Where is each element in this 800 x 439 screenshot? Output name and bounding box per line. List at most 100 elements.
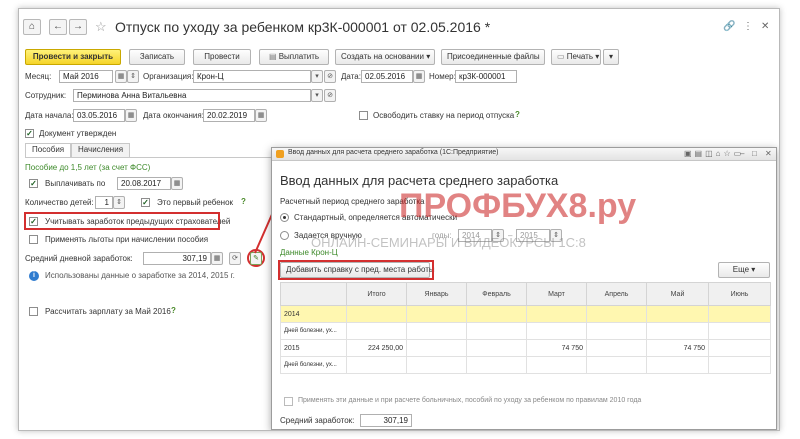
column-header[interactable]: Июнь (708, 282, 771, 306)
table-row[interactable]: 2015 224 250,00 74 750 74 750 (280, 339, 771, 357)
table-cell[interactable] (466, 305, 527, 323)
employee-dropdown-icon[interactable]: ▾ (311, 89, 323, 102)
start-date-field[interactable]: 03.05.2016 (73, 109, 125, 122)
table-cell[interactable]: 224 250,00 (346, 339, 407, 357)
month-selector-icon[interactable]: ▦ (115, 70, 127, 83)
column-header[interactable]: Май (646, 282, 709, 306)
column-header[interactable]: Итого (346, 282, 407, 306)
column-header[interactable]: Апрель (586, 282, 647, 306)
calendar-icon[interactable]: ▦ (255, 109, 267, 122)
table-cell[interactable] (466, 356, 527, 374)
table-cell[interactable] (346, 356, 407, 374)
tab-benefits[interactable]: Пособия (25, 143, 72, 157)
star-icon[interactable]: ☆ (95, 19, 107, 35)
table-cell[interactable]: Дней болезни, ух... (280, 356, 347, 374)
table-cell[interactable] (406, 305, 467, 323)
table-cell[interactable] (708, 322, 771, 340)
column-header[interactable]: Февраль (466, 282, 527, 306)
table-cell[interactable] (708, 356, 771, 374)
organization-dropdown-icon[interactable]: ▾ (311, 70, 323, 83)
print-button[interactable]: ▭ Печать ▾ (551, 49, 601, 65)
table-cell[interactable]: 2014 (280, 305, 347, 323)
year-from-field[interactable]: 2014 (458, 229, 492, 242)
number-field[interactable]: кр3К-000001 (455, 70, 517, 83)
date-field[interactable]: 02.05.2016 (361, 70, 413, 83)
post-and-close-button[interactable]: Провести и закрыть (25, 49, 121, 65)
tab-accruals[interactable]: Начисления (71, 143, 131, 157)
table-cell[interactable] (586, 339, 647, 357)
more-icon[interactable]: ⋮ (743, 21, 753, 32)
table-cell[interactable] (646, 322, 709, 340)
table-cell[interactable] (466, 322, 527, 340)
table-cell[interactable] (586, 305, 647, 323)
table-row[interactable]: Дней болезни, ух... (280, 322, 771, 340)
more-button[interactable]: Еще ▾ (718, 262, 770, 278)
recalc-checkbox[interactable] (29, 307, 38, 316)
pay-until-field[interactable]: 20.08.2017 (117, 177, 171, 190)
employee-open-icon[interactable]: ⊘ (324, 89, 336, 102)
maximize-icon[interactable]: □ (752, 149, 757, 158)
year-to-field[interactable]: 2015 (516, 229, 550, 242)
table-cell[interactable] (346, 322, 407, 340)
create-based-button[interactable]: Создать на основании ▾ (335, 49, 435, 65)
manual-period-radio[interactable] (280, 231, 289, 240)
table-cell[interactable] (708, 339, 771, 357)
table-cell[interactable] (526, 322, 587, 340)
apply-benefits-checkbox[interactable] (29, 235, 38, 244)
avg-daily-field[interactable]: 307,19 (143, 252, 211, 265)
close-icon[interactable]: ✕ (761, 21, 769, 32)
month-stepper[interactable]: ⇕ (127, 70, 139, 83)
column-header[interactable]: Март (526, 282, 587, 306)
free-rate-checkbox[interactable] (359, 111, 368, 120)
link-icon[interactable]: 🔗 (723, 21, 735, 32)
table-cell[interactable]: Дней болезни, ух... (280, 322, 347, 340)
apply-2010-checkbox[interactable] (284, 397, 293, 406)
window-controls[interactable]: ▣▤◫⌂☆▭ (684, 149, 744, 158)
table-cell[interactable] (406, 322, 467, 340)
calendar-icon[interactable]: ▦ (413, 70, 425, 83)
table-cell[interactable]: 74 750 (646, 339, 709, 357)
table-cell[interactable] (586, 356, 647, 374)
table-cell[interactable] (526, 305, 587, 323)
pay-button[interactable]: ▤ Выплатить (259, 49, 329, 65)
calendar-icon[interactable]: ▦ (171, 177, 183, 190)
children-count-stepper[interactable]: ⇕ (113, 196, 125, 209)
earnings-table[interactable]: Итого Январь Февраль Март Апрель Май Июн… (280, 282, 771, 374)
end-date-field[interactable]: 20.02.2019 (203, 109, 255, 122)
table-cell[interactable]: 74 750 (526, 339, 587, 357)
attached-files-button[interactable]: Присоединенные файлы (441, 49, 545, 65)
table-cell[interactable] (406, 339, 467, 357)
table-cell[interactable] (646, 356, 709, 374)
organization-field[interactable]: Крон-Ц (193, 70, 311, 83)
table-cell[interactable] (406, 356, 467, 374)
pay-until-checkbox[interactable]: ✓ (29, 179, 38, 188)
help-icon[interactable]: ? (515, 110, 520, 119)
table-cell[interactable] (586, 322, 647, 340)
year-from-stepper[interactable]: ⇕ (492, 229, 504, 242)
standard-period-radio[interactable] (280, 213, 289, 222)
calculator-icon[interactable]: ▦ (211, 252, 223, 265)
back-icon[interactable]: ← (49, 19, 67, 35)
table-row[interactable]: 2014 (280, 305, 771, 323)
employee-field[interactable]: Перминова Анна Витальевна (73, 89, 311, 102)
table-cell[interactable] (526, 356, 587, 374)
help-icon[interactable]: ? (241, 197, 246, 206)
refresh-icon[interactable]: ⟳ (229, 252, 241, 265)
calendar-icon[interactable]: ▦ (125, 109, 137, 122)
minimize-icon[interactable]: – (740, 149, 744, 158)
help-icon[interactable]: ? (171, 306, 176, 315)
table-cell[interactable] (708, 305, 771, 323)
table-cell[interactable]: 2015 (280, 339, 347, 357)
year-to-stepper[interactable]: ⇕ (550, 229, 562, 242)
table-cell[interactable] (346, 305, 407, 323)
table-row[interactable]: Дней болезни, ух... (280, 356, 771, 374)
table-cell[interactable] (466, 339, 527, 357)
column-header[interactable]: Январь (406, 282, 467, 306)
print-dropdown-button[interactable]: ▾ (603, 49, 619, 65)
column-header[interactable] (280, 282, 347, 306)
forward-icon[interactable]: → (69, 19, 87, 35)
organization-open-icon[interactable]: ⊘ (324, 70, 336, 83)
month-field[interactable]: Май 2016 (59, 70, 113, 83)
children-count-field[interactable]: 1 (95, 196, 113, 209)
first-child-checkbox[interactable]: ✓ (141, 198, 150, 207)
